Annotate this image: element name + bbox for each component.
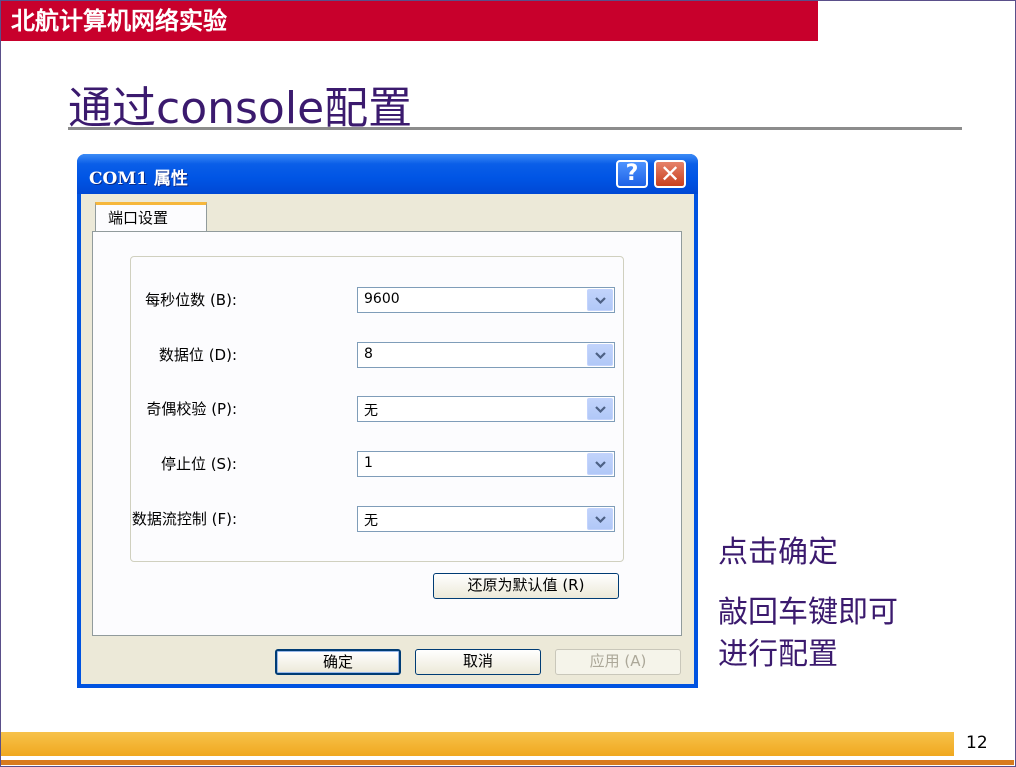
help-icon: ? bbox=[625, 161, 639, 186]
tab-port-settings[interactable]: 端口设置 bbox=[95, 202, 207, 232]
chevron-down-icon[interactable] bbox=[587, 453, 613, 475]
page-number: 12 bbox=[966, 733, 988, 753]
flow-control-label: 数据流控制 (F): bbox=[131, 510, 237, 528]
dialog-title: COM1 属性 bbox=[89, 169, 188, 189]
settings-groupbox: 每秒位数 (B): 9600 数据位 (D): 8 奇偶校验 (P): 无 停止… bbox=[130, 256, 624, 562]
stop-bits-label: 停止位 (S): bbox=[160, 455, 237, 473]
data-bits-select[interactable]: 8 bbox=[357, 342, 615, 368]
baud-rate-value: 9600 bbox=[364, 291, 400, 307]
data-bits-value: 8 bbox=[364, 346, 373, 362]
flow-control-select[interactable]: 无 bbox=[357, 506, 615, 532]
flow-control-value: 无 bbox=[364, 513, 378, 529]
apply-button[interactable]: 应用 (A) bbox=[555, 649, 681, 675]
dialog-client-area: 端口设置 每秒位数 (B): 9600 数据位 (D): 8 奇偶校验 (P):… bbox=[81, 194, 694, 684]
note-press-enter: 敲回车键即可 bbox=[718, 595, 898, 630]
note-click-ok: 点击确定 bbox=[718, 535, 838, 570]
title-divider bbox=[68, 127, 962, 130]
cancel-button[interactable]: 取消 bbox=[415, 649, 541, 675]
parity-label: 奇偶校验 (P): bbox=[146, 400, 237, 418]
close-button[interactable]: ✕ bbox=[654, 160, 686, 188]
parity-value: 无 bbox=[364, 403, 378, 419]
note-configure: 进行配置 bbox=[718, 637, 838, 672]
data-bits-label: 数据位 (D): bbox=[158, 346, 237, 364]
chevron-down-icon[interactable] bbox=[587, 289, 613, 311]
course-header: 北航计算机网络实验 bbox=[1, 1, 818, 41]
footer-line bbox=[1, 760, 1014, 765]
stop-bits-select[interactable]: 1 bbox=[357, 451, 615, 477]
chevron-down-icon[interactable] bbox=[587, 398, 613, 420]
close-icon: ✕ bbox=[659, 160, 681, 188]
chevron-down-icon[interactable] bbox=[587, 508, 613, 530]
stop-bits-value: 1 bbox=[364, 455, 373, 471]
parity-select[interactable]: 无 bbox=[357, 396, 615, 422]
dialog-titlebar[interactable]: COM1 属性 ? ✕ bbox=[77, 154, 698, 194]
restore-defaults-button[interactable]: 还原为默认值 (R) bbox=[433, 573, 619, 599]
com1-properties-dialog: COM1 属性 ? ✕ 端口设置 每秒位数 (B): 9600 数据位 (D):… bbox=[77, 154, 698, 688]
ok-button[interactable]: 确定 bbox=[275, 649, 401, 675]
chevron-down-icon[interactable] bbox=[587, 344, 613, 366]
port-settings-panel: 每秒位数 (B): 9600 数据位 (D): 8 奇偶校验 (P): 无 停止… bbox=[92, 231, 682, 636]
help-button[interactable]: ? bbox=[616, 160, 648, 188]
footer-bar bbox=[1, 732, 954, 756]
baud-rate-select[interactable]: 9600 bbox=[357, 287, 615, 313]
baud-rate-label: 每秒位数 (B): bbox=[145, 291, 237, 309]
